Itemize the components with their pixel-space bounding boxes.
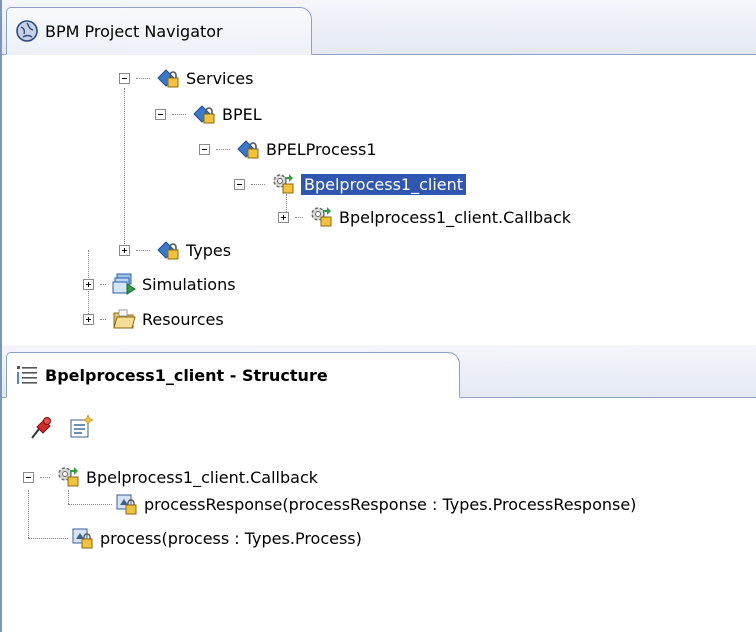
tree-item-label: Services bbox=[186, 68, 254, 88]
structure-item-process[interactable]: process(process : Types.Process) bbox=[70, 524, 362, 552]
locked-folder-icon bbox=[156, 66, 180, 90]
tree-line bbox=[68, 490, 69, 504]
structure-tabstrip: Bpelprocess1_client - Structure bbox=[2, 345, 756, 398]
globe-icon bbox=[15, 19, 39, 43]
tree-item-types[interactable]: Types bbox=[119, 236, 231, 264]
collapse-toggle[interactable] bbox=[155, 108, 166, 120]
locked-folder-icon bbox=[236, 137, 260, 161]
tree-item-services[interactable]: Services bbox=[119, 64, 253, 92]
tree-item-callback[interactable]: Bpelprocess1_client.Callback bbox=[278, 203, 571, 231]
structure-item-label: processResponse(processResponse : Types.… bbox=[144, 494, 637, 514]
structure-tab-title: Bpelprocess1_client - Structure bbox=[45, 365, 328, 385]
new-view-icon[interactable] bbox=[68, 414, 94, 440]
tree-item-label: BPELProcess1 bbox=[266, 139, 377, 159]
structure-panel: Bpelprocess1_client - Structure Bpelproc… bbox=[0, 345, 756, 632]
navigator-tabstrip: BPM Project Navigator bbox=[2, 0, 756, 55]
expand-toggle[interactable] bbox=[83, 313, 94, 325]
tab-bpm-project-navigator[interactable]: BPM Project Navigator bbox=[6, 7, 312, 55]
tree-item-label: Simulations bbox=[142, 274, 236, 294]
tree-item-bpelprocess1-client[interactable]: Bpelprocess1_client bbox=[234, 170, 467, 198]
service-gear-icon bbox=[56, 465, 80, 489]
operation-icon bbox=[70, 526, 94, 550]
project-navigator-panel: BPM Project Navigator Services BPEL BPEL… bbox=[0, 0, 756, 345]
tree-item-label: Bpelprocess1_client.Callback bbox=[339, 207, 572, 227]
tree-item-resources[interactable]: Resources bbox=[83, 305, 224, 333]
navigator-tab-title: BPM Project Navigator bbox=[45, 21, 223, 41]
tree-item-label: Bpelprocess1_client bbox=[301, 173, 467, 195]
collapse-toggle[interactable] bbox=[199, 143, 210, 155]
locked-folder-icon bbox=[156, 238, 180, 262]
pin-icon[interactable] bbox=[28, 414, 54, 440]
tree-item-bpelprocess1[interactable]: BPELProcess1 bbox=[199, 135, 377, 163]
collapse-toggle[interactable] bbox=[234, 178, 245, 190]
tree-item-simulations[interactable]: Simulations bbox=[83, 270, 236, 298]
tree-line bbox=[68, 504, 112, 505]
tree-item-label: Types bbox=[186, 240, 232, 260]
structure-item-label: process(process : Types.Process) bbox=[100, 528, 362, 548]
simulation-icon bbox=[112, 272, 136, 296]
operation-icon bbox=[114, 492, 138, 516]
structure-item-label: Bpelprocess1_client.Callback bbox=[86, 467, 319, 487]
tab-structure[interactable]: Bpelprocess1_client - Structure bbox=[6, 352, 460, 398]
expand-toggle[interactable] bbox=[83, 278, 94, 290]
collapse-toggle[interactable] bbox=[23, 471, 34, 483]
expand-toggle[interactable] bbox=[119, 244, 130, 256]
locked-folder-icon bbox=[192, 102, 216, 126]
structure-item-process-response[interactable]: processResponse(processResponse : Types.… bbox=[114, 490, 636, 518]
tree-line bbox=[28, 538, 68, 539]
tree-line bbox=[124, 88, 125, 250]
structure-list-icon bbox=[15, 363, 39, 387]
tree-item-label: BPEL bbox=[222, 104, 262, 124]
open-folder-icon bbox=[112, 307, 136, 331]
structure-item-callback[interactable]: Bpelprocess1_client.Callback bbox=[23, 463, 318, 491]
expand-toggle[interactable] bbox=[278, 211, 289, 223]
collapse-toggle[interactable] bbox=[119, 72, 130, 84]
tree-item-label: Resources bbox=[142, 309, 224, 329]
tree-item-bpel[interactable]: BPEL bbox=[155, 100, 262, 128]
service-gear-icon bbox=[271, 172, 295, 196]
service-gear-icon bbox=[309, 205, 333, 229]
tree-line bbox=[28, 490, 29, 538]
